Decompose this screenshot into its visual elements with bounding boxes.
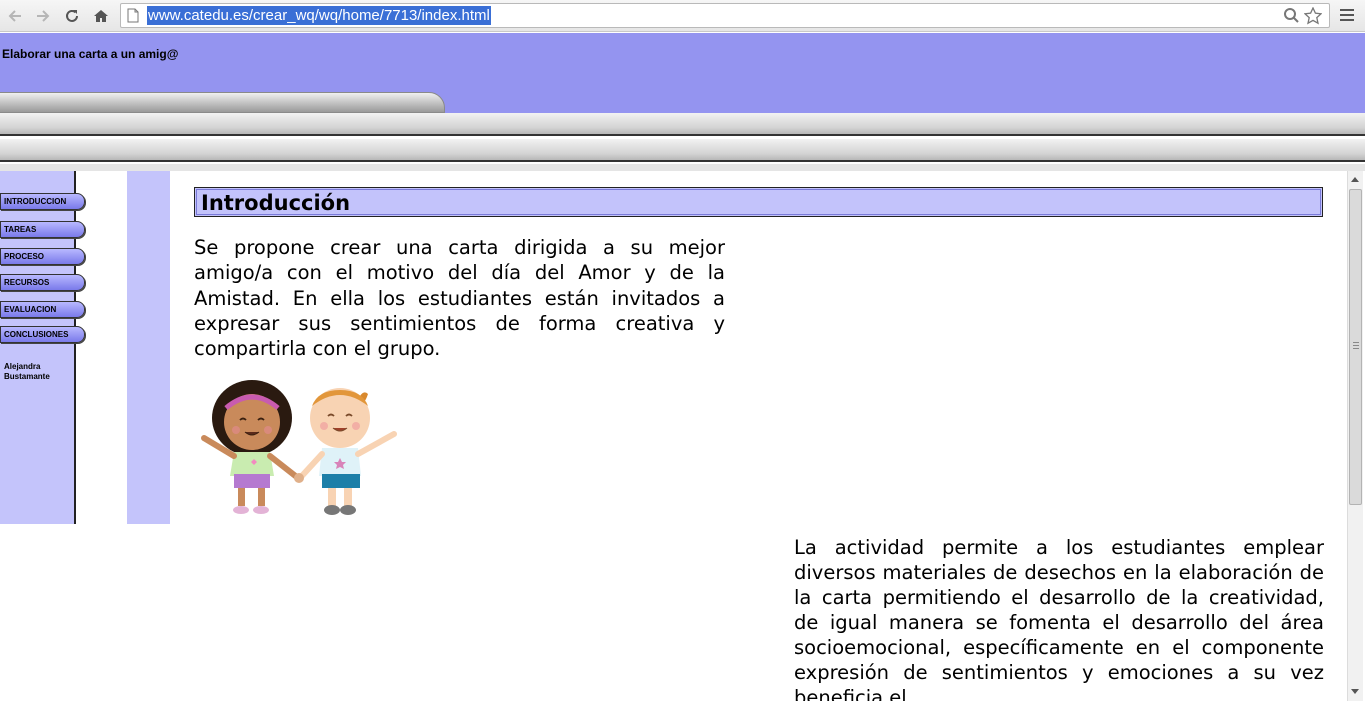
header-tab bbox=[0, 92, 445, 113]
header-band bbox=[0, 113, 1365, 136]
address-bar[interactable]: www.catedu.es/crear_wq/wq/home/7713/inde… bbox=[120, 3, 1330, 28]
sidebar: INTRODUCCION TAREAS PROCESO RECURSOS EVA… bbox=[0, 171, 85, 524]
sidebar-item-proceso[interactable]: PROCESO bbox=[0, 248, 85, 265]
scrollbar[interactable] bbox=[1347, 171, 1363, 701]
sidebar-item-introduccion[interactable]: INTRODUCCION bbox=[0, 193, 85, 210]
page-icon bbox=[127, 8, 139, 28]
author-last-name: Bustamante bbox=[4, 372, 50, 381]
header-band bbox=[0, 139, 1365, 162]
heading-text: Introducción bbox=[201, 191, 351, 215]
sidebar-item-tareas[interactable]: TAREAS bbox=[0, 221, 85, 238]
scroll-down-icon[interactable] bbox=[1351, 689, 1359, 694]
sidebar-item-recursos[interactable]: RECURSOS bbox=[0, 274, 85, 291]
author-first-name: Alejandra bbox=[4, 362, 41, 371]
author-name: Alejandra Bustamante bbox=[0, 362, 74, 382]
section-heading: Introducción bbox=[194, 187, 1323, 217]
back-icon[interactable] bbox=[4, 5, 26, 27]
forward-icon[interactable] bbox=[32, 5, 54, 27]
activity-paragraph: La actividad permite a los estudiantes e… bbox=[794, 536, 1324, 701]
page-header: Elaborar una carta a un amig@ bbox=[0, 33, 1365, 113]
url-text[interactable]: www.catedu.es/crear_wq/wq/home/7713/inde… bbox=[147, 6, 491, 25]
intro-paragraph: Se propone crear una carta dirigida a su… bbox=[194, 236, 725, 361]
sidebar-item-conclusiones[interactable]: CONCLUSIONES bbox=[0, 326, 85, 343]
home-icon[interactable] bbox=[90, 5, 112, 27]
star-icon[interactable] bbox=[1303, 6, 1323, 29]
sidebar-strip bbox=[127, 171, 170, 524]
divider bbox=[0, 164, 1365, 171]
reload-icon[interactable] bbox=[61, 5, 83, 27]
scroll-up-icon[interactable] bbox=[1351, 177, 1359, 182]
kids-illustration bbox=[201, 380, 397, 515]
sidebar-item-evaluacion[interactable]: EVALUACION bbox=[0, 301, 85, 318]
scroll-thumb[interactable] bbox=[1349, 189, 1362, 505]
page-title: Elaborar una carta a un amig@ bbox=[2, 47, 179, 61]
browser-toolbar: www.catedu.es/crear_wq/wq/home/7713/inde… bbox=[0, 0, 1365, 32]
menu-icon[interactable] bbox=[1337, 6, 1357, 26]
zoom-icon[interactable] bbox=[1283, 7, 1300, 28]
